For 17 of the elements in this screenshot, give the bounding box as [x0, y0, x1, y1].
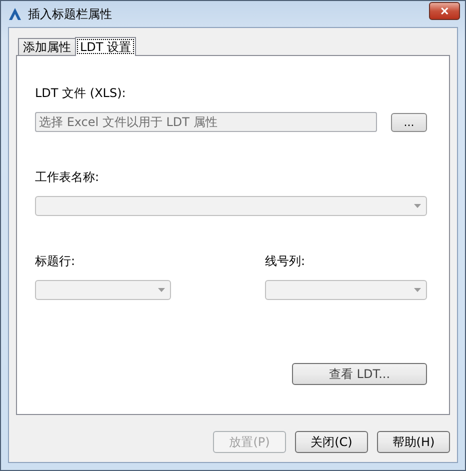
tab[interactable]: 添加属性: [18, 38, 76, 55]
file-path-field[interactable]: 选择 Excel 文件以用于 LDT 属性: [35, 112, 377, 132]
dialog-button[interactable]: 关闭(C): [295, 431, 368, 453]
app-logo-icon: [8, 7, 22, 21]
caret-icon: [414, 204, 421, 208]
caret-icon: [158, 288, 165, 292]
field-label: 工作表名称:: [35, 170, 100, 184]
close-button[interactable]: ✕: [429, 2, 460, 20]
window-title: 插入标题栏属性: [28, 6, 113, 22]
view-ldt-button[interactable]: 查看 LDT...: [292, 363, 427, 385]
browse-button[interactable]: ...: [391, 112, 427, 132]
tab[interactable]: LDT 设置: [75, 37, 136, 56]
dialog-button[interactable]: 帮助(H): [377, 431, 450, 453]
field-label: 标题行:: [35, 254, 76, 268]
field-label: 线号列:: [265, 254, 306, 268]
caret-icon: [414, 288, 421, 292]
field-label: LDT 文件 (XLS):: [35, 86, 127, 100]
